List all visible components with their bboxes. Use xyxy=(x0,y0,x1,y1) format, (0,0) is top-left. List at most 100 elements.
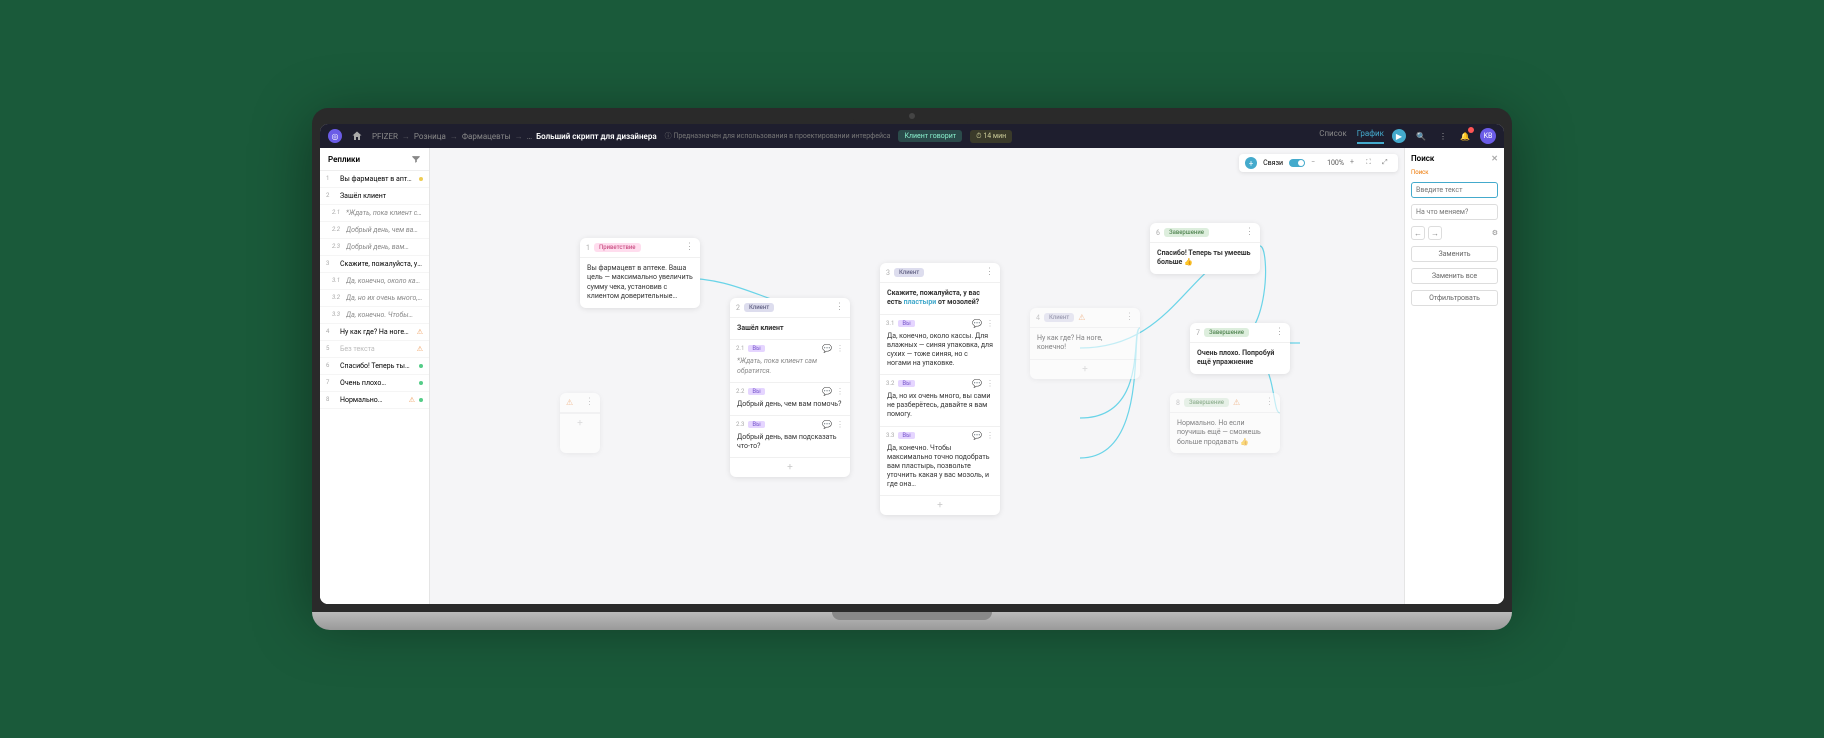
fit-icon[interactable]: ⛶ xyxy=(1366,158,1376,168)
node-menu-icon[interactable]: ⋮ xyxy=(1275,328,1284,337)
replace-all-button[interactable]: Заменить все xyxy=(1411,268,1498,284)
node-number: 2 xyxy=(736,304,740,312)
node-menu-icon[interactable]: ⋮ xyxy=(585,398,594,407)
tab-graph[interactable]: График xyxy=(1357,129,1384,144)
home-icon[interactable] xyxy=(350,129,364,143)
comment-icon[interactable]: 💬 xyxy=(972,319,982,328)
reply-number: 2.3 xyxy=(736,421,744,428)
add-reply-icon[interactable]: + xyxy=(880,495,1000,515)
next-icon[interactable]: → xyxy=(1428,226,1442,240)
sidebar-item[interactable]: 2.2Добрый день, чем вам… xyxy=(320,222,429,239)
close-icon[interactable]: ✕ xyxy=(1491,154,1498,163)
sidebar-item[interactable]: 3.2Да, но их очень много, в… xyxy=(320,290,429,307)
sidebar-item[interactable]: 4Ну как где? На ноге…⚠ xyxy=(320,324,429,341)
app-logo[interactable]: ◎ xyxy=(328,129,342,143)
client-speaks-pill[interactable]: Клиент говорит xyxy=(898,130,962,142)
crumb[interactable]: Фармацевты xyxy=(462,132,511,141)
warning-icon: ⚠ xyxy=(1233,398,1240,407)
add-reply-icon[interactable]: + xyxy=(730,457,850,477)
crumb[interactable]: PFIZER xyxy=(372,132,398,141)
prev-icon[interactable]: ← xyxy=(1411,226,1425,240)
reply-badge: Вы xyxy=(898,432,914,439)
reply-menu-icon[interactable]: ⋮ xyxy=(986,319,994,328)
sidebar-item[interactable]: 2.3Добрый день, вам… xyxy=(320,239,429,256)
node-tag: Клиент xyxy=(744,303,774,312)
search-icon[interactable]: 🔍 xyxy=(1414,129,1428,143)
zoom-out-icon[interactable]: − xyxy=(1311,158,1321,168)
sidebar-item[interactable]: 2.1*Ждать, пока клиент сам… xyxy=(320,205,429,222)
reply[interactable]: 2.3Вы💬⋮Добрый день, вам подсказать что-т… xyxy=(730,415,850,457)
node-ghost[interactable]: ⚠⋮ + xyxy=(560,393,600,453)
filter-button[interactable]: Отфильтровать xyxy=(1411,290,1498,306)
node-menu-icon[interactable]: ⋮ xyxy=(985,268,994,277)
page-description: ⓘ Предназначен для использования в проек… xyxy=(665,131,891,141)
canvas[interactable]: + Связи − 100% + ⛶ ⤢ xyxy=(430,148,1404,604)
sidebar-item[interactable]: 5Без текста⚠ xyxy=(320,341,429,358)
node-tag: Завершение xyxy=(1184,398,1229,407)
crumb[interactable]: … xyxy=(527,132,532,141)
reply-badge: Вы xyxy=(898,320,914,327)
node-number: 1 xyxy=(586,244,590,252)
node-1[interactable]: 1 Приветствие ⋮ Вы фармацевт в аптеке. В… xyxy=(580,238,700,308)
comment-icon[interactable]: 💬 xyxy=(972,379,982,388)
sidebar-item[interactable]: 3Скажите, пожалуйста, у вас… xyxy=(320,256,429,273)
node-body: Зашёл клиент xyxy=(730,318,850,339)
filter-icon[interactable] xyxy=(411,154,421,164)
node-7[interactable]: 7 Завершение ⋮ Очень плохо. Попробуй ещё… xyxy=(1190,323,1290,374)
node-body: Спасибо! Теперь ты умеешь больше 👍 xyxy=(1150,243,1260,274)
reply-badge: Вы xyxy=(748,388,764,395)
replace-input[interactable] xyxy=(1411,204,1498,220)
bell-icon[interactable]: 🔔 xyxy=(1458,129,1472,143)
node-3[interactable]: 3 Клиент ⋮ Скажите, пожалуйста, у вас ес… xyxy=(880,263,1000,515)
tab-list[interactable]: Список xyxy=(1319,129,1347,144)
comment-icon[interactable]: 💬 xyxy=(822,344,832,353)
add-node-icon[interactable]: + xyxy=(1245,157,1257,169)
fullscreen-icon[interactable]: ⤢ xyxy=(1382,158,1392,168)
node-menu-icon[interactable]: ⋮ xyxy=(1245,228,1254,237)
reply[interactable]: 3.3Вы💬⋮Да, конечно. Чтобы максимально то… xyxy=(880,426,1000,495)
reply[interactable]: 3.1Вы💬⋮Да, конечно, около кассы. Для вла… xyxy=(880,314,1000,374)
crumb[interactable]: Розница xyxy=(414,132,446,141)
replace-button[interactable]: Заменить xyxy=(1411,246,1498,262)
add-reply-icon[interactable]: + xyxy=(560,413,600,433)
sidebar-item[interactable]: 6Спасибо! Теперь ты… xyxy=(320,358,429,375)
node-8[interactable]: 8 Завершение ⚠ ⋮ Нормально. Но если поуч… xyxy=(1170,393,1280,453)
node-menu-icon[interactable]: ⋮ xyxy=(1125,313,1134,322)
warning-icon: ⚠ xyxy=(417,328,423,336)
reply-menu-icon[interactable]: ⋮ xyxy=(836,420,844,429)
item-number: 5 xyxy=(326,345,336,352)
sidebar-item[interactable]: 1Вы фармацевт в аптеке… xyxy=(320,171,429,188)
item-text: *Ждать, пока клиент сам… xyxy=(346,209,423,217)
sidebar-item[interactable]: 8Нормально…⚠ xyxy=(320,392,429,409)
node-2[interactable]: 2 Клиент ⋮ Зашёл клиент 2.1Вы💬⋮*Ждать, п… xyxy=(730,298,850,477)
zoom-in-icon[interactable]: + xyxy=(1350,158,1360,168)
reply[interactable]: 2.1Вы💬⋮*Ждать, пока клиент сам обратится… xyxy=(730,339,850,381)
comment-icon[interactable]: 💬 xyxy=(822,420,832,429)
reply[interactable]: 2.2Вы💬⋮Добрый день, чем вам помочь? xyxy=(730,382,850,415)
node-6[interactable]: 6 Завершение ⋮ Спасибо! Теперь ты умеешь… xyxy=(1150,223,1260,274)
search-input[interactable] xyxy=(1411,182,1498,198)
sidebar-item[interactable]: 2Зашёл клиент xyxy=(320,188,429,205)
add-reply-icon[interactable]: + xyxy=(1030,359,1140,379)
reply-menu-icon[interactable]: ⋮ xyxy=(836,387,844,396)
sidebar-item[interactable]: 3.3Да, конечно. Чтобы… xyxy=(320,307,429,324)
reply[interactable]: 3.2Вы💬⋮Да, но их очень много, вы сами не… xyxy=(880,374,1000,425)
warning-icon: ⚠ xyxy=(1078,313,1085,322)
reply-menu-icon[interactable]: ⋮ xyxy=(836,344,844,353)
comment-icon[interactable]: 💬 xyxy=(822,387,832,396)
comment-icon[interactable]: 💬 xyxy=(972,431,982,440)
item-number: 2.3 xyxy=(332,243,342,250)
links-toggle[interactable] xyxy=(1289,159,1305,167)
more-icon[interactable]: ⋮ xyxy=(1436,129,1450,143)
node-menu-icon[interactable]: ⋮ xyxy=(685,243,694,252)
gear-icon[interactable]: ⚙ xyxy=(1492,229,1498,237)
reply-menu-icon[interactable]: ⋮ xyxy=(986,431,994,440)
node-menu-icon[interactable]: ⋮ xyxy=(835,303,844,312)
reply-menu-icon[interactable]: ⋮ xyxy=(986,379,994,388)
avatar[interactable]: KB xyxy=(1480,128,1496,144)
sidebar-item[interactable]: 3.1Да, конечно, около касс… xyxy=(320,273,429,290)
sidebar-item[interactable]: 7Очень плохо… xyxy=(320,375,429,392)
node-menu-icon[interactable]: ⋮ xyxy=(1265,398,1274,407)
play-icon[interactable]: ▶ xyxy=(1392,129,1406,143)
node-4[interactable]: 4 Клиент ⚠ ⋮ Ну как где? На ноге, конечн… xyxy=(1030,308,1140,379)
